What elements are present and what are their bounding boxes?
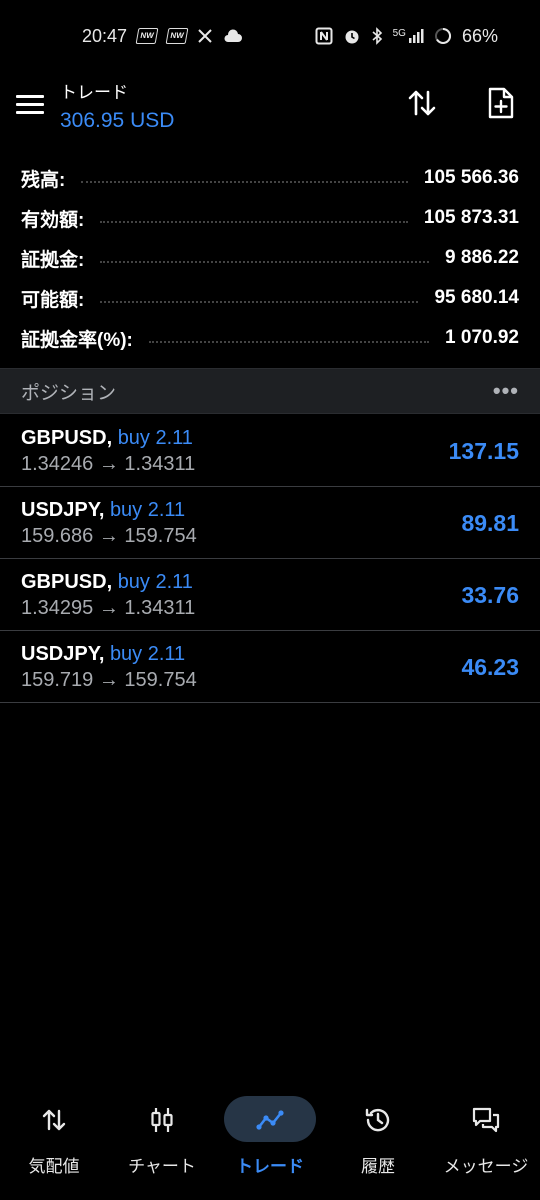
summary-row-free-margin: 可能額: 95 680.14: [0, 278, 540, 318]
nav-label: 気配値: [28, 1157, 80, 1176]
nav-label: トレード: [236, 1157, 304, 1176]
chat-bubbles-icon: [472, 1107, 500, 1133]
position-side: buy 2.11: [117, 571, 193, 593]
position-profit: 46.23: [461, 654, 519, 680]
section-title: ポジション: [21, 382, 117, 404]
nav-label: 履歴: [361, 1157, 395, 1176]
x-logo-icon: [197, 28, 213, 44]
status-bar: 20:47 NW NW 5G 66%: [0, 0, 540, 72]
position-row[interactable]: USDJPY, buy 2.11 159.719 → 159.754 46.23: [0, 631, 540, 703]
notification-app-icon: NW: [135, 28, 159, 44]
summary-label: 可能額:: [21, 289, 85, 311]
bluetooth-icon: [371, 27, 383, 45]
more-options-icon[interactable]: •••: [493, 378, 519, 404]
app-header: トレード 306.95 USD: [0, 72, 540, 142]
quotes-arrows-icon: [42, 1109, 66, 1131]
nfc-icon: [315, 27, 333, 45]
dotted-leader: [100, 260, 430, 263]
nav-label: チャート: [128, 1157, 196, 1176]
dotted-leader: [148, 340, 430, 343]
signal-5g-icon: 5G: [393, 28, 424, 44]
new-order-button[interactable]: [484, 86, 518, 120]
dotted-leader: [81, 180, 408, 183]
positions-section-header: ポジション •••: [0, 368, 540, 414]
status-bar-left: 20:47 NW NW: [82, 26, 243, 47]
positions-list: GBPUSD, buy 2.11 1.34246 → 1.34311 137.1…: [0, 415, 540, 703]
header-title-group: トレード 306.95 USD: [60, 78, 174, 133]
candlestick-icon: [151, 1108, 173, 1132]
summary-value: 9 886.22: [445, 247, 519, 268]
position-prices: 1.34295 → 1.34311: [21, 597, 196, 619]
sort-arrows-icon: [408, 90, 436, 116]
summary-value: 95 680.14: [434, 287, 519, 308]
position-symbol: GBPUSD,: [21, 427, 113, 449]
summary-label: 有効額:: [21, 209, 85, 231]
summary-value: 1 070.92: [445, 327, 519, 348]
status-time: 20:47: [82, 25, 128, 46]
summary-row-balance: 残高: 105 566.36: [0, 158, 540, 198]
battery-ring-icon: [434, 27, 452, 45]
position-row[interactable]: GBPUSD, buy 2.11 1.34295 → 1.34311 33.76: [0, 559, 540, 631]
nav-messages[interactable]: メッセージ: [432, 1088, 540, 1178]
summary-value: 105 873.31: [423, 207, 519, 228]
position-prices: 159.686 → 159.754: [21, 525, 197, 547]
alarm-icon: [343, 27, 361, 45]
summary-label: 証拠金率(%):: [21, 329, 133, 351]
account-summary: 残高: 105 566.36 有効額: 105 873.31 証拠金: 9 88…: [0, 158, 540, 358]
position-profit: 89.81: [461, 510, 519, 536]
position-symbol: USDJPY,: [21, 643, 105, 665]
menu-button[interactable]: [16, 90, 46, 120]
position-profit: 137.15: [448, 438, 519, 464]
status-bar-right: 5G 66%: [315, 26, 498, 47]
trade-line-icon: [256, 1110, 284, 1130]
position-symbol: USDJPY,: [21, 499, 105, 521]
position-prices: 1.34246 → 1.34311: [21, 453, 196, 475]
nav-chart[interactable]: チャート: [108, 1088, 216, 1178]
new-document-icon: [488, 87, 514, 119]
sort-button[interactable]: [405, 86, 439, 120]
network-type: 5G: [392, 28, 406, 39]
position-row[interactable]: GBPUSD, buy 2.11 1.34246 → 1.34311 137.1…: [0, 415, 540, 487]
summary-row-equity: 有効額: 105 873.31: [0, 198, 540, 238]
position-side: buy 2.11: [109, 499, 186, 521]
summary-label: 残高:: [21, 169, 66, 191]
summary-value: 105 566.36: [423, 167, 519, 188]
position-prices: 159.719 → 159.754: [21, 669, 197, 691]
cloud-icon: [223, 29, 243, 43]
position-profit: 33.76: [461, 582, 519, 608]
position-side: buy 2.11: [117, 427, 193, 449]
nav-history[interactable]: 履歴: [324, 1088, 432, 1178]
notification-app-icon-2: NW: [165, 28, 189, 44]
position-symbol: GBPUSD,: [21, 571, 113, 593]
battery-percent: 66%: [461, 25, 498, 46]
dotted-leader: [100, 220, 408, 223]
position-row[interactable]: USDJPY, buy 2.11 159.686 → 159.754 89.81: [0, 487, 540, 559]
nav-label: メッセージ: [443, 1157, 529, 1176]
bottom-navigation: 気配値 チャート トレード 履歴 メッセージ: [0, 1088, 540, 1178]
nav-trade[interactable]: トレード: [216, 1088, 324, 1178]
summary-label: 証拠金:: [21, 249, 85, 271]
summary-row-margin-level: 証拠金率(%): 1 070.92: [0, 318, 540, 358]
history-clock-icon: [365, 1108, 390, 1132]
dotted-leader: [100, 300, 419, 303]
page-title: トレード: [60, 83, 128, 102]
position-side: buy 2.11: [109, 643, 186, 665]
header-balance: 306.95 USD: [60, 109, 175, 132]
summary-row-margin: 証拠金: 9 886.22: [0, 238, 540, 278]
hamburger-icon: [16, 95, 44, 98]
nav-quotes[interactable]: 気配値: [0, 1088, 108, 1178]
